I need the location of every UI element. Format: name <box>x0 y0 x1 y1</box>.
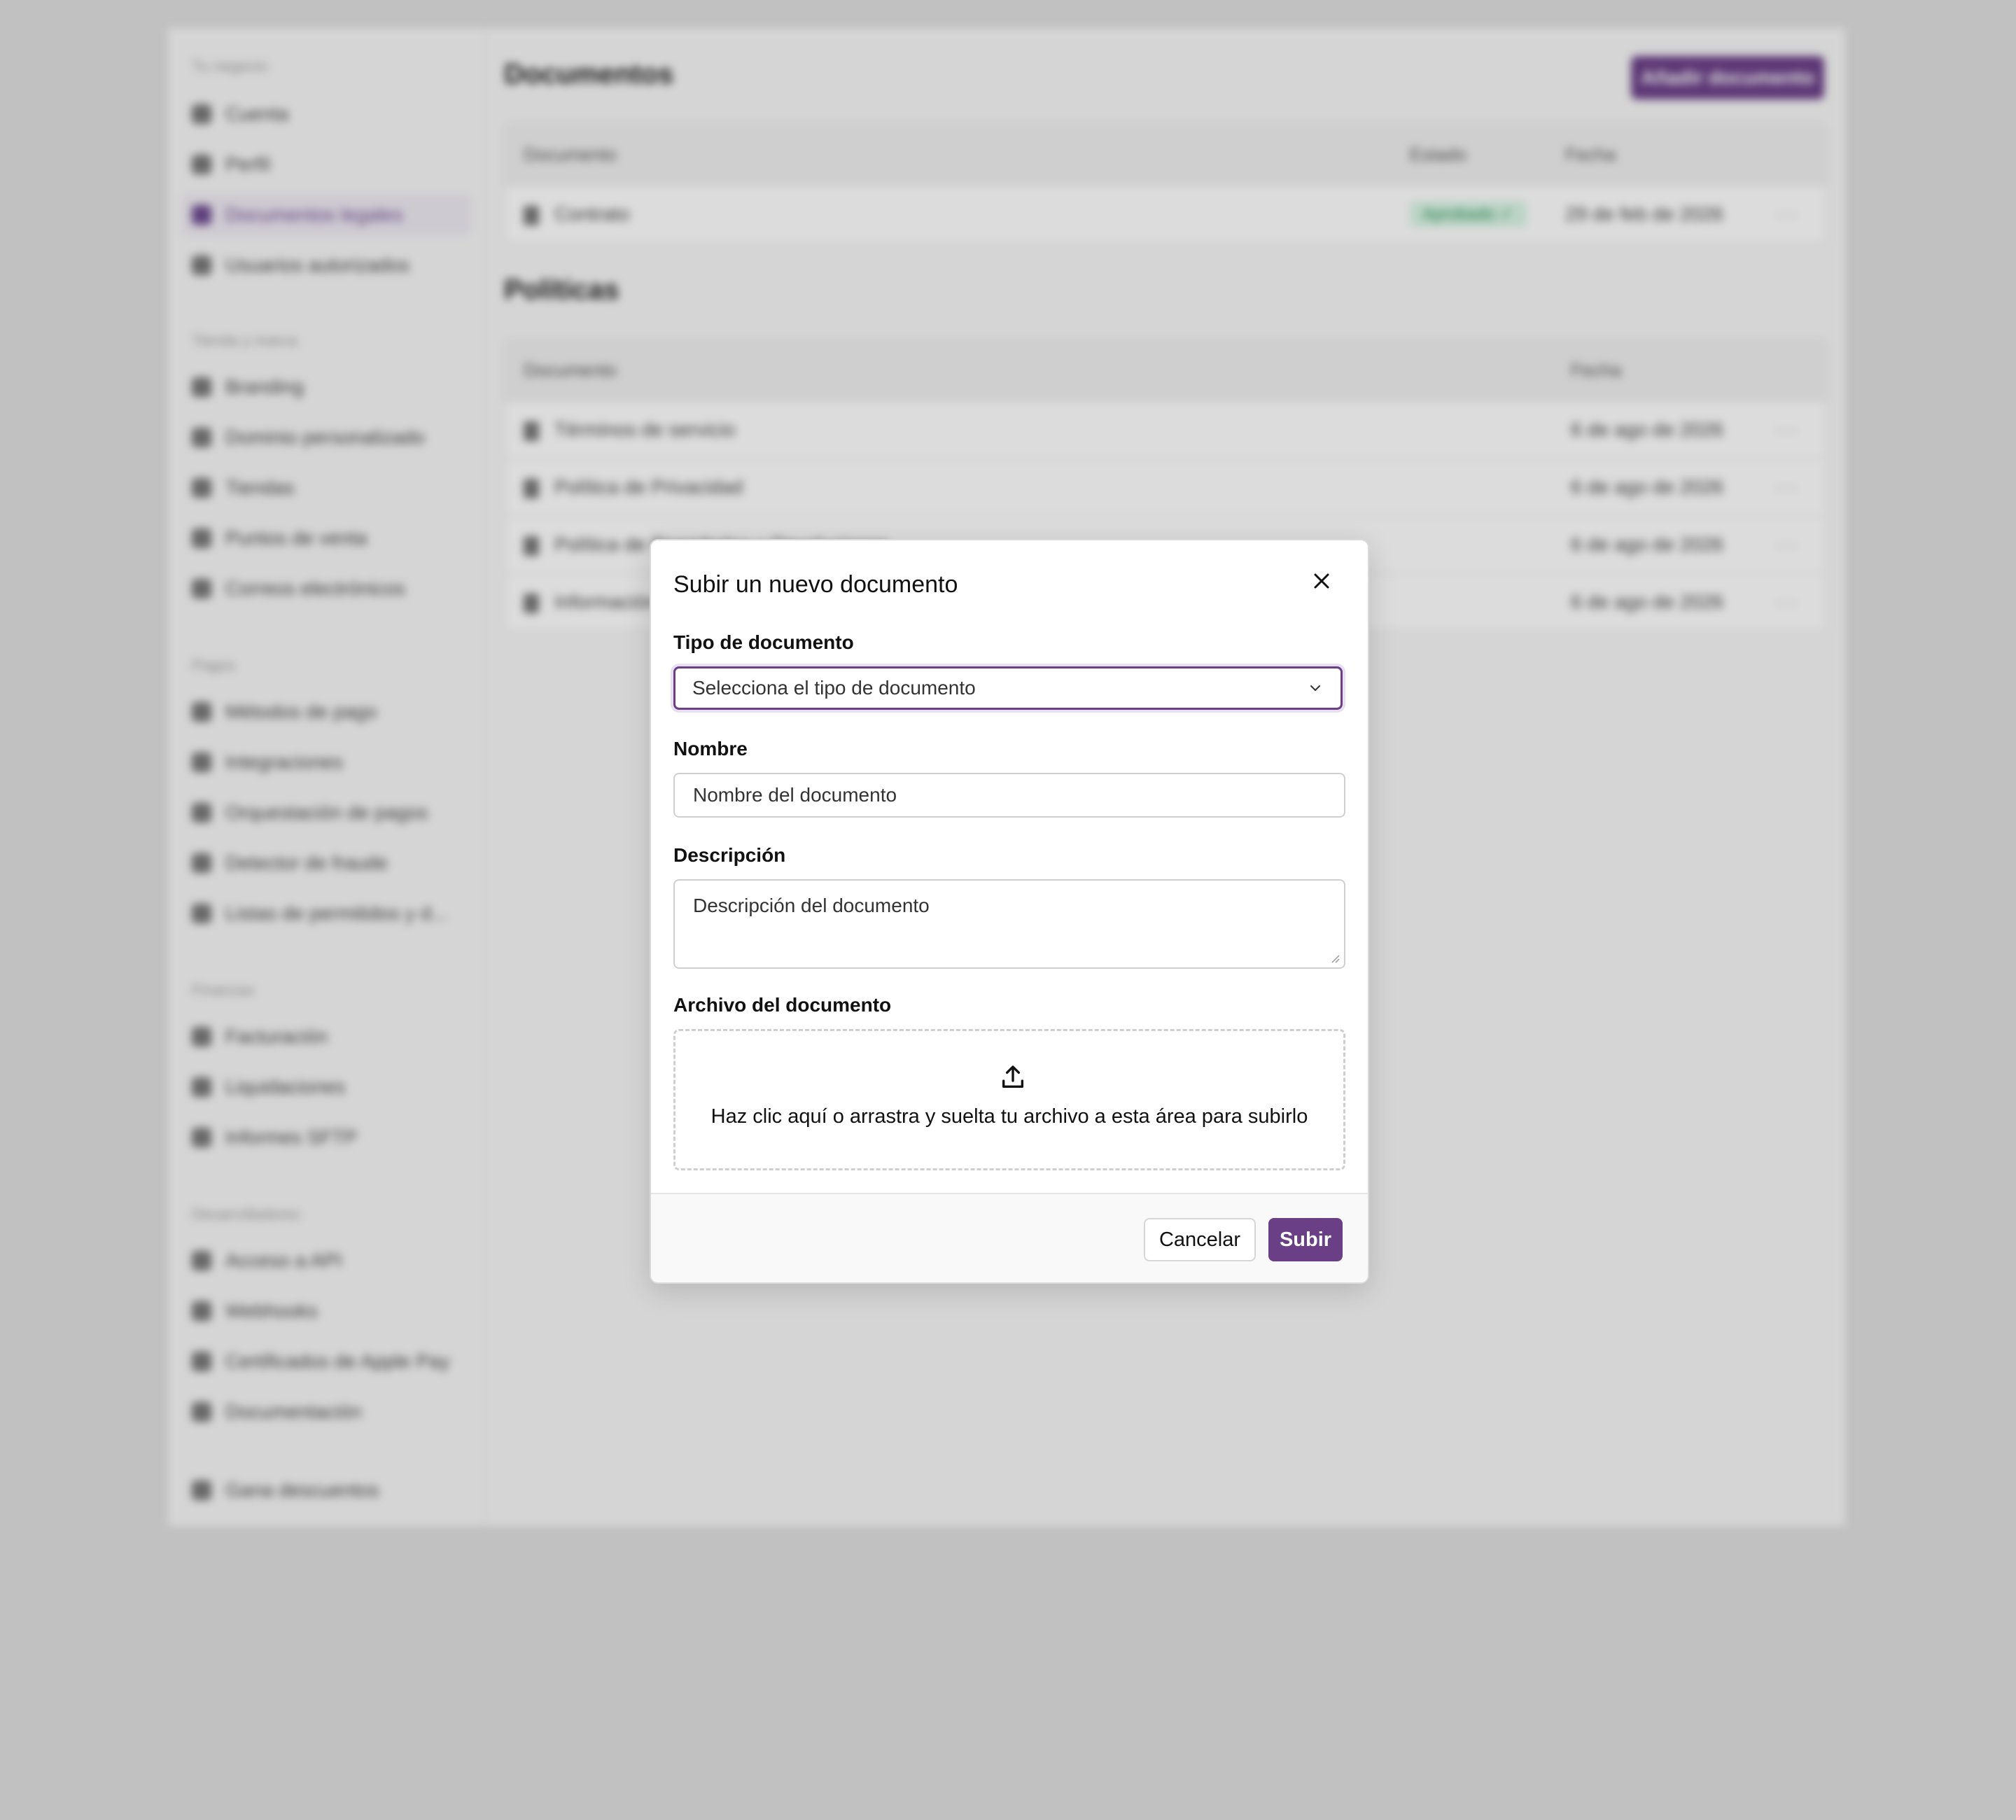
description-label: Descripción <box>673 844 786 866</box>
cancel-button[interactable]: Cancelar <box>1144 1218 1256 1261</box>
name-label: Nombre <box>673 738 748 760</box>
document-type-label: Tipo de documento <box>673 631 854 653</box>
document-type-placeholder: Selecciona el tipo de documento <box>692 677 976 699</box>
resize-handle-icon[interactable] <box>1329 952 1340 963</box>
dialog-footer: Cancelar Subir <box>651 1193 1368 1282</box>
dropzone-text: Haz clic aquí o arrastra y suelta tu arc… <box>710 1105 1308 1128</box>
document-type-select[interactable]: Selecciona el tipo de documento <box>673 666 1343 710</box>
close-icon[interactable] <box>1309 568 1334 594</box>
file-dropzone[interactable]: Haz clic aquí o arrastra y suelta tu arc… <box>673 1029 1345 1170</box>
submit-button[interactable]: Subir <box>1268 1218 1343 1261</box>
file-label: Archivo del documento <box>673 994 892 1016</box>
document-name-placeholder: Nombre del documento <box>693 784 897 806</box>
chevron-down-icon <box>1310 685 1320 691</box>
document-name-input[interactable]: Nombre del documento <box>673 773 1345 818</box>
dialog-title: Subir un nuevo documento <box>673 571 958 598</box>
upload-document-dialog: Subir un nuevo documento Tipo de documen… <box>650 539 1369 1284</box>
document-description-placeholder: Descripción del documento <box>693 895 930 916</box>
document-description-textarea[interactable]: Descripción del documento <box>673 879 1345 969</box>
upload-icon <box>1002 1065 1023 1088</box>
